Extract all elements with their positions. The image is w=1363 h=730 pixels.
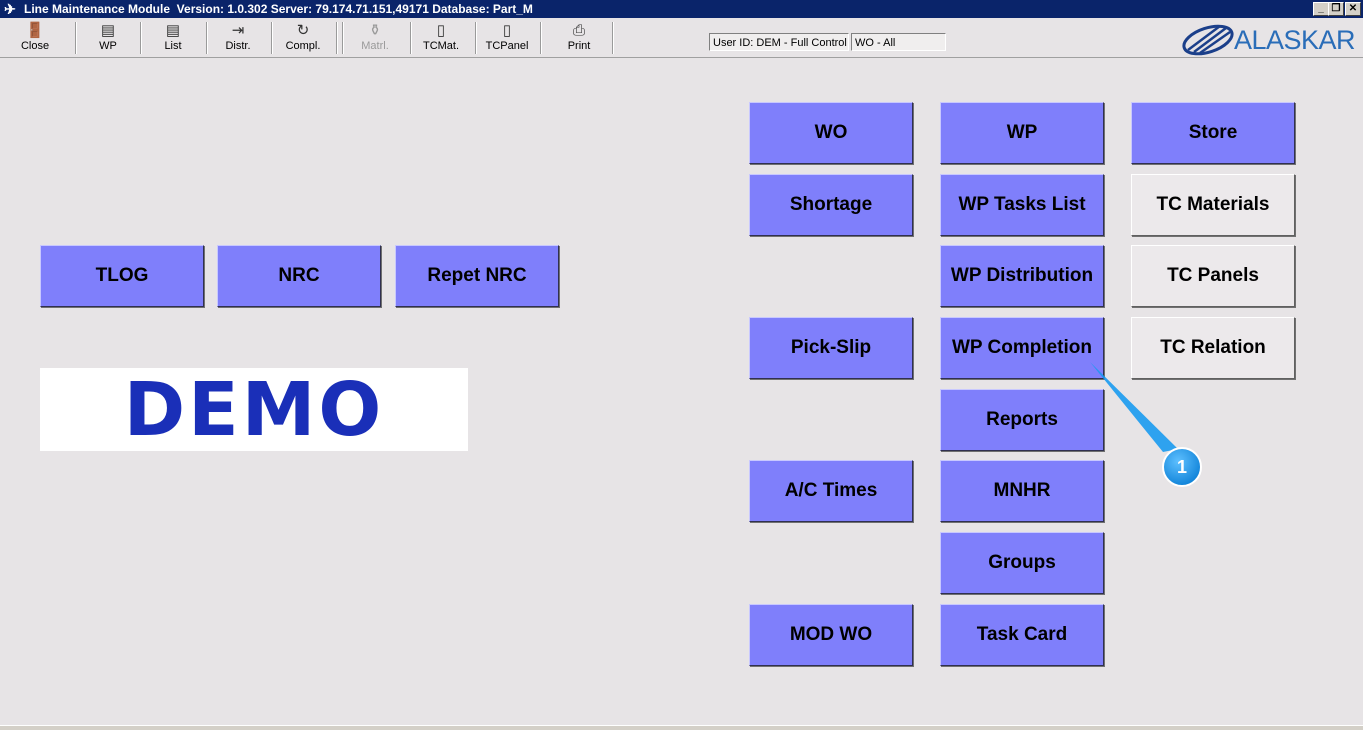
status-bar — [0, 725, 1363, 730]
callout-number: 1 — [1176, 457, 1187, 477]
callout-pointer — [1090, 362, 1202, 487]
